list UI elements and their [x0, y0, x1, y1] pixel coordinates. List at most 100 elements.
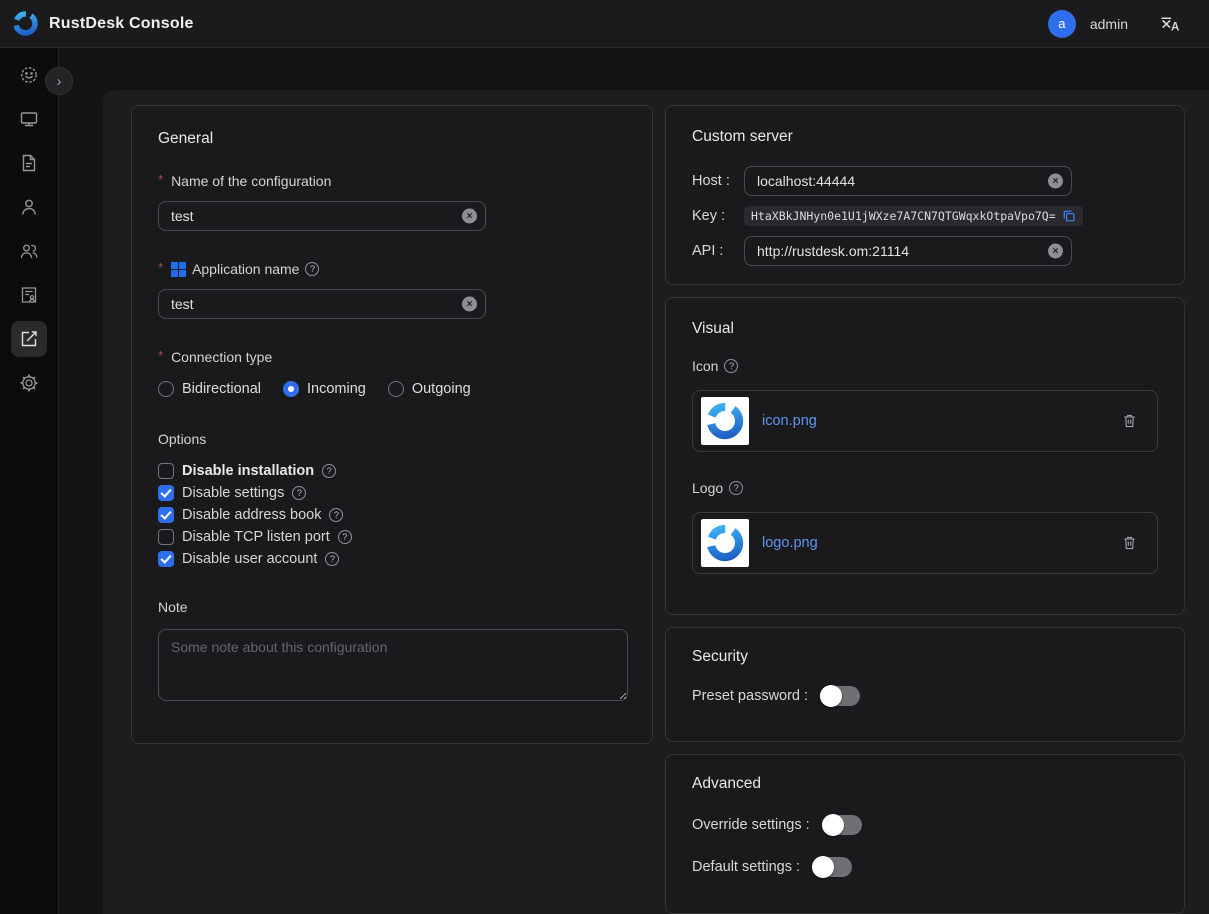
host-label: Host :	[692, 173, 744, 189]
clear-icon[interactable]: ✕	[1048, 244, 1063, 259]
windows-icon	[171, 262, 186, 277]
api-input[interactable]	[744, 236, 1072, 266]
help-icon[interactable]: ?	[724, 359, 738, 373]
top-bar: RustDesk Console a admin A	[0, 0, 1209, 48]
app-title: RustDesk Console	[49, 15, 194, 33]
help-icon[interactable]: ?	[729, 481, 743, 495]
checkbox[interactable]	[158, 551, 174, 567]
document-icon	[19, 153, 39, 173]
note-label: Note	[158, 599, 626, 615]
sidebar-item-audit-log[interactable]	[11, 277, 47, 313]
trash-icon[interactable]	[1122, 535, 1137, 551]
default-settings-row: Default settings :	[692, 857, 1158, 877]
config-name-label: * Name of the configuration	[158, 173, 626, 189]
preset-password-label: Preset password :	[692, 688, 808, 704]
option-disable-user-account: Disable user account ?	[158, 551, 626, 567]
preset-password-toggle[interactable]	[820, 686, 860, 706]
radio-outgoing[interactable]: Outgoing	[388, 381, 471, 397]
host-input[interactable]	[744, 166, 1072, 196]
avatar[interactable]: a	[1048, 10, 1076, 38]
svg-text:A: A	[1171, 21, 1180, 33]
radio-icon	[158, 381, 174, 397]
username[interactable]: admin	[1090, 16, 1128, 32]
help-icon[interactable]: ?	[329, 508, 343, 522]
required-asterisk: *	[158, 348, 163, 363]
logo-file-link[interactable]: logo.png	[762, 535, 818, 551]
option-disable-address-book: Disable address book ?	[158, 507, 626, 523]
radio-incoming[interactable]: Incoming	[283, 381, 366, 397]
logo-thumbnail	[701, 519, 749, 567]
default-settings-label: Default settings :	[692, 859, 800, 875]
key-label: Key :	[692, 208, 744, 224]
options-label: Options	[158, 431, 626, 447]
sidebar-item-documents[interactable]	[11, 145, 47, 181]
sidebar-item-configurations[interactable]	[11, 321, 47, 357]
logo-file-row: logo.png	[692, 512, 1158, 574]
advanced-title: Advanced	[692, 775, 1158, 793]
sidebar-expand-button[interactable]: ›	[45, 67, 73, 95]
help-icon[interactable]: ?	[305, 262, 319, 276]
key-value: HtaXBkJNHyn0e1U1jWXze7A7CN7QTGWqxkOtpaVp…	[751, 209, 1056, 223]
default-settings-toggle[interactable]	[812, 857, 852, 877]
radio-icon	[283, 381, 299, 397]
visual-title: Visual	[692, 320, 1158, 338]
clear-icon[interactable]: ✕	[462, 297, 477, 312]
translate-icon[interactable]: A	[1160, 13, 1181, 34]
right-column: Custom server Host : ✕ Key : HtaXBkJNHy	[665, 105, 1185, 914]
chevron-right-icon: ›	[57, 73, 62, 90]
help-icon[interactable]: ?	[338, 530, 352, 544]
override-settings-row: Override settings :	[692, 815, 1158, 835]
general-title: General	[158, 130, 626, 148]
config-name-input[interactable]	[158, 201, 486, 231]
sidebar-item-users[interactable]	[11, 189, 47, 225]
override-settings-label: Override settings :	[692, 817, 810, 833]
general-card: General * Name of the configuration ✕ *	[131, 105, 653, 744]
main-panel: General * Name of the configuration ✕ *	[103, 90, 1209, 914]
option-disable-tcp-listen-port: Disable TCP listen port ?	[158, 529, 626, 545]
copy-icon[interactable]	[1062, 209, 1076, 223]
icon-file-row: icon.png	[692, 390, 1158, 452]
application-name-label: * Application name ?	[158, 261, 626, 277]
icon-thumbnail	[701, 397, 749, 445]
sidebar-item-devices[interactable]	[11, 101, 47, 137]
clear-icon[interactable]: ✕	[462, 209, 477, 224]
option-disable-settings: Disable settings ?	[158, 485, 626, 501]
connection-type-group: Bidirectional Incoming Outgoing	[158, 381, 626, 397]
advanced-card: Advanced Override settings : Default set…	[665, 754, 1185, 914]
checkbox[interactable]	[158, 529, 174, 545]
application-name-input[interactable]	[158, 289, 486, 319]
user-area: a admin A	[1048, 10, 1181, 38]
monitor-icon	[19, 109, 39, 129]
help-icon[interactable]: ?	[322, 464, 336, 478]
app-root: RustDesk Console a admin A	[0, 0, 1209, 914]
checkbox[interactable]	[158, 507, 174, 523]
trash-icon[interactable]	[1122, 413, 1137, 429]
sidebar-item-groups[interactable]	[11, 233, 47, 269]
icon-file-link[interactable]: icon.png	[762, 413, 817, 429]
custom-server-card: Custom server Host : ✕ Key : HtaXBkJNHy	[665, 105, 1185, 285]
option-disable-installation: Disable installation ?	[158, 463, 626, 479]
connection-type-label: * Connection type	[158, 349, 626, 365]
checkbox[interactable]	[158, 463, 174, 479]
edit-icon	[19, 329, 39, 349]
gear-icon	[19, 373, 39, 393]
logo-label: Logo ?	[692, 480, 1158, 496]
override-settings-toggle[interactable]	[822, 815, 862, 835]
radio-icon	[388, 381, 404, 397]
clear-icon[interactable]: ✕	[1048, 174, 1063, 189]
sidebar-item-settings[interactable]	[11, 365, 47, 401]
security-title: Security	[692, 648, 1158, 666]
radio-bidirectional[interactable]: Bidirectional	[158, 381, 261, 397]
content-background: General * Name of the configuration ✕ *	[59, 48, 1209, 914]
rustdesk-logo-icon	[12, 10, 39, 37]
help-icon[interactable]: ?	[292, 486, 306, 500]
security-card: Security Preset password :	[665, 627, 1185, 742]
visual-card: Visual Icon ?	[665, 297, 1185, 615]
audit-log-icon	[19, 285, 39, 305]
checkbox[interactable]	[158, 485, 174, 501]
help-icon[interactable]: ?	[325, 552, 339, 566]
note-textarea[interactable]	[158, 629, 628, 701]
sidebar-item-dashboard[interactable]	[11, 57, 47, 93]
required-asterisk: *	[158, 172, 163, 187]
smiley-icon	[19, 65, 39, 85]
